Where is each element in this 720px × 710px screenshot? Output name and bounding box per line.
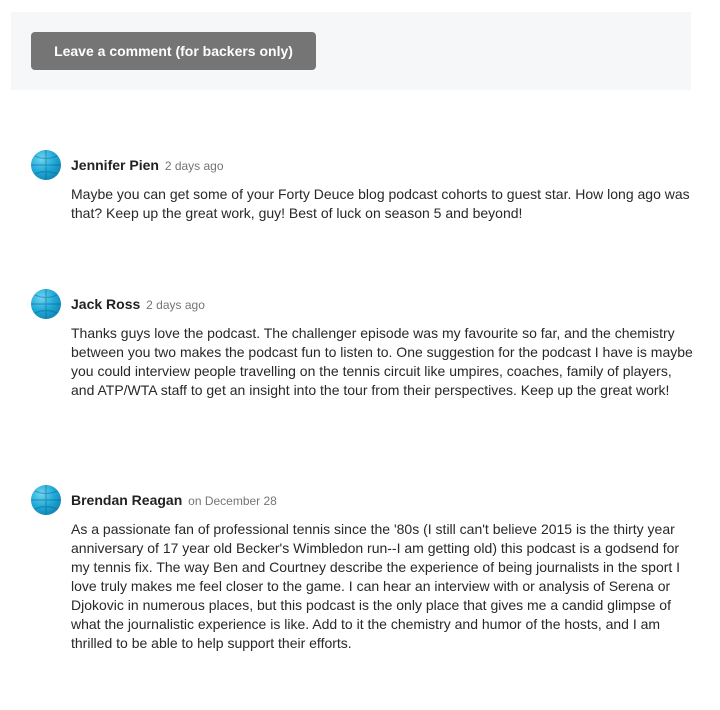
author-name[interactable]: Brendan Reagan: [71, 492, 182, 508]
comment-meta: Brendan Reagan on December 28: [71, 492, 277, 509]
comment-body: Maybe you can get some of your Forty Deu…: [71, 186, 690, 221]
comment-timestamp[interactable]: 2 days ago: [146, 298, 205, 312]
comment-meta: Jack Ross 2 days ago: [71, 296, 205, 313]
comment-timestamp[interactable]: 2 days ago: [165, 159, 224, 173]
avatar[interactable]: [31, 150, 61, 180]
author-name[interactable]: Jack Ross: [71, 296, 140, 312]
leave-comment-button[interactable]: Leave a comment (for backers only): [31, 32, 316, 70]
avatar-globe-icon: [31, 485, 61, 515]
avatar[interactable]: [31, 289, 61, 319]
comment-body: As a passionate fan of professional tenn…: [71, 521, 681, 651]
avatar-globe-icon: [31, 289, 61, 319]
comment-bar: Leave a comment (for backers only): [11, 12, 691, 90]
avatar[interactable]: [31, 485, 61, 515]
comment-timestamp[interactable]: on December 28: [188, 494, 277, 508]
avatar-globe-icon: [31, 150, 61, 180]
comment-meta: Jennifer Pien 2 days ago: [71, 157, 224, 174]
comment-body: Thanks guys love the podcast. The challe…: [71, 325, 693, 398]
author-name[interactable]: Jennifer Pien: [71, 157, 159, 173]
